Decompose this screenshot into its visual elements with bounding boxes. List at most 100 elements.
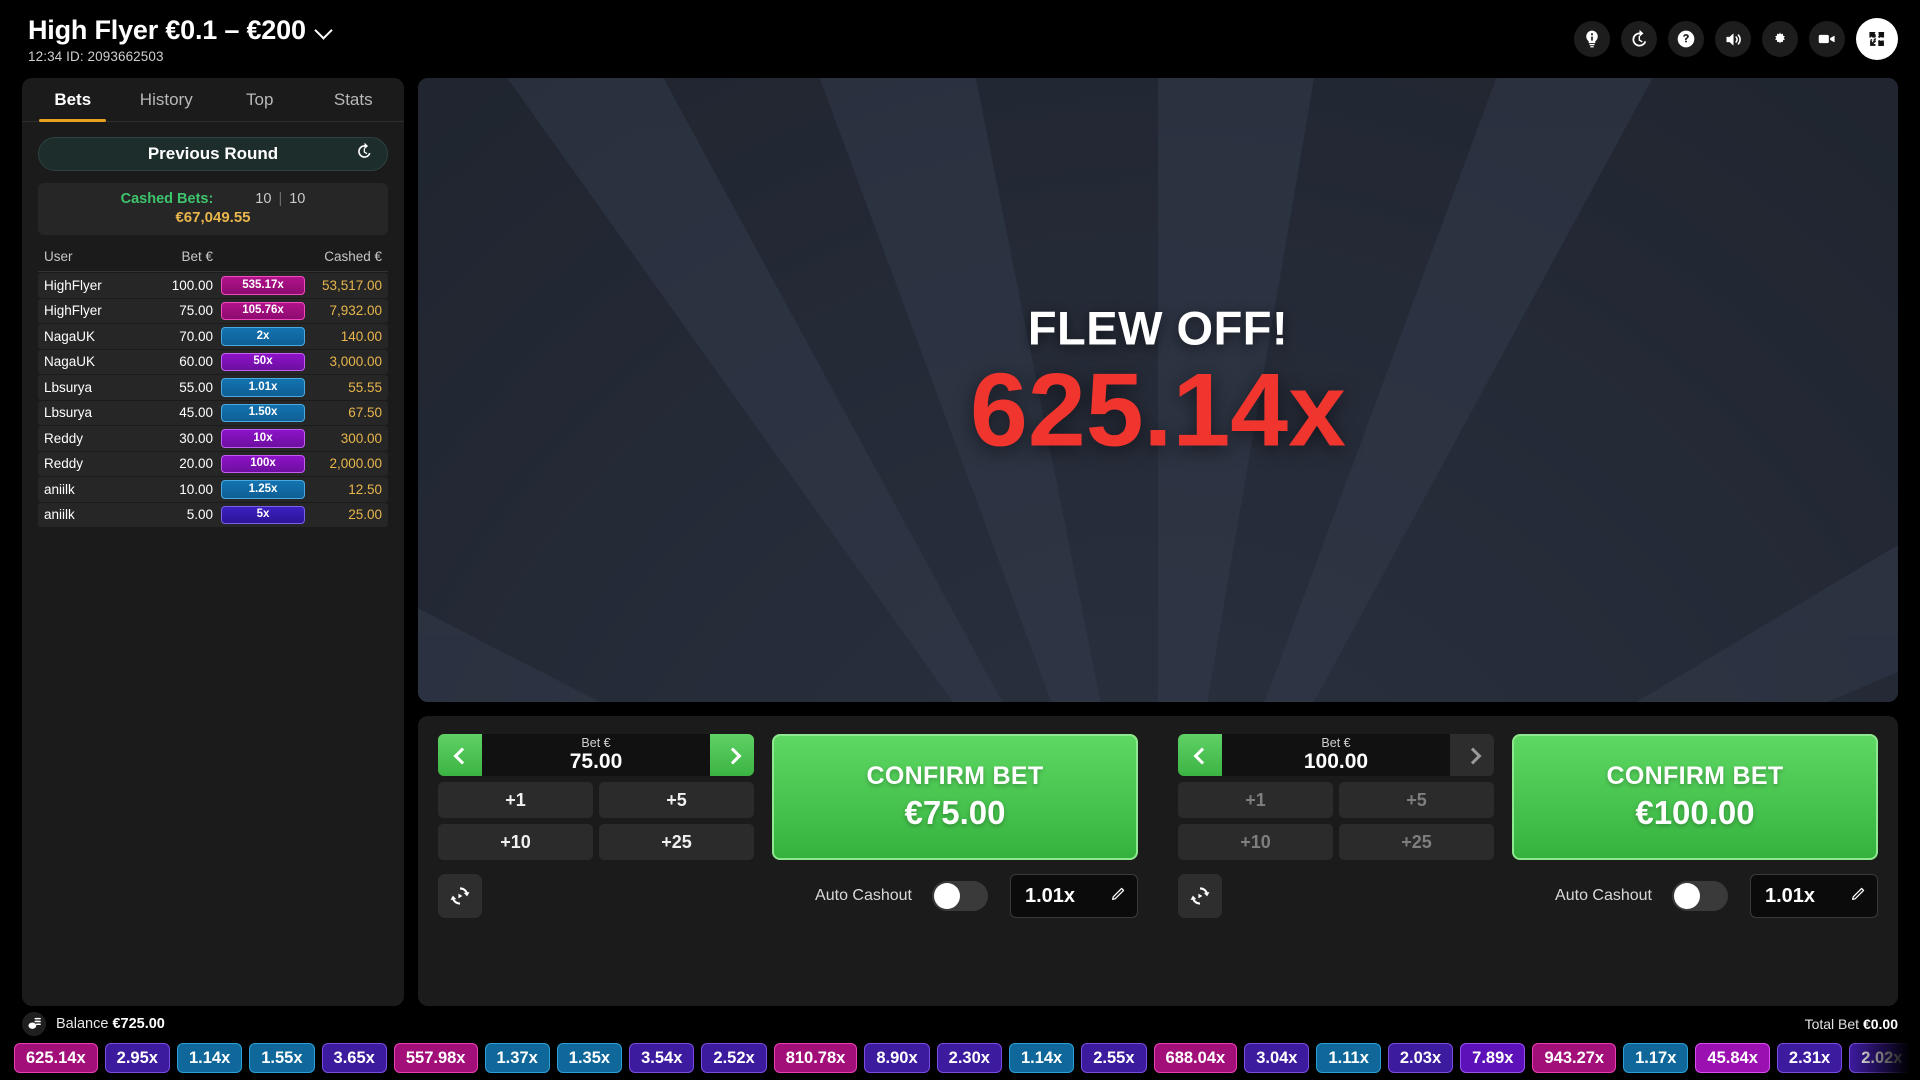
auto-cashout-value-field-left[interactable]: 1.01x [1010, 874, 1138, 918]
table-row[interactable]: Reddy 30.00 10x 300.00 [38, 426, 388, 451]
edit-pencil-icon[interactable] [1849, 885, 1867, 908]
history-chip[interactable]: 2.03x [1387, 1043, 1454, 1073]
confirm-bet-title-left: CONFIRM BET [866, 762, 1044, 790]
game-canvas[interactable]: FLEW OFF! 625.14x [418, 78, 1898, 702]
bet-decrement-button-right[interactable] [1178, 734, 1222, 776]
history-chip[interactable]: 1.37x [484, 1043, 550, 1073]
history-chip[interactable]: 1.17x [1623, 1043, 1689, 1073]
quick-add-10-left[interactable]: +10 [438, 824, 593, 860]
auto-bet-toggle-right[interactable] [1178, 874, 1222, 918]
quick-add-10-right[interactable]: +10 [1178, 824, 1333, 860]
game-app: High Flyer €0.1 – €200 12:34 ID: 2093662… [0, 0, 1920, 1080]
table-row[interactable]: HighFlyer 100.00 535.17x 53,517.00 [38, 273, 388, 298]
history-chip[interactable]: 557.98x [393, 1043, 478, 1073]
history-chip[interactable]: 810.78x [773, 1043, 858, 1073]
confirm-bet-button-left[interactable]: CONFIRM BET €75.00 [772, 734, 1138, 860]
bet-card-right: Bet € 100.00 +1 +5 +10 +25 CONFIRM BET €… [1178, 734, 1878, 988]
history-chip[interactable]: 1.35x [556, 1043, 623, 1073]
cell-user: HighFlyer [44, 303, 102, 319]
auto-bet-toggle-left[interactable] [438, 874, 482, 918]
history-chip[interactable]: 2.31x [1776, 1043, 1843, 1073]
table-row[interactable]: Lbsurya 55.00 1.01x 55.55 [38, 375, 388, 400]
history-chip[interactable]: 45.84x [1695, 1043, 1770, 1073]
tab-top[interactable]: Top [213, 78, 307, 121]
table-row[interactable]: aniilk 5.00 5x 25.00 [38, 502, 388, 527]
auto-cashout-switch-right[interactable] [1672, 881, 1728, 911]
auto-cashout-label-left: Auto Cashout [815, 887, 912, 904]
history-chip[interactable]: 943.27x [1532, 1043, 1617, 1073]
history-chip[interactable]: 2.02x [1849, 1043, 1915, 1073]
history-icon[interactable] [1621, 21, 1657, 57]
auto-cashout-knob-left [934, 883, 960, 909]
history-chip[interactable]: 1.14x [176, 1043, 243, 1073]
info-icon[interactable] [1574, 21, 1610, 57]
previous-round-button[interactable]: Previous Round [38, 137, 388, 171]
sidebar-tabs: Bets History Top Stats [22, 78, 404, 122]
history-chip[interactable]: 3.04x [1244, 1043, 1310, 1073]
tab-bets[interactable]: Bets [26, 78, 120, 122]
cell-user: NagaUK [44, 328, 96, 344]
auto-cashout-switch-left[interactable] [932, 881, 988, 911]
cell-cashed: 12.50 [348, 481, 382, 497]
multiplier-badge: 50x [221, 352, 305, 372]
chevron-down-icon[interactable] [316, 22, 333, 39]
history-chip[interactable]: 1.55x [249, 1043, 315, 1073]
history-chip[interactable]: 7.89x [1460, 1043, 1526, 1073]
cell-multiplier: 1.01x [221, 378, 305, 397]
bets-table-header: User Bet € Cashed € [38, 249, 388, 272]
edit-pencil-icon[interactable] [1109, 885, 1127, 908]
confirm-bet-button-right[interactable]: CONFIRM BET €100.00 [1512, 734, 1878, 860]
volume-icon[interactable] [1715, 21, 1751, 57]
collapse-icon[interactable] [1856, 18, 1898, 60]
table-row[interactable]: NagaUK 70.00 2x 140.00 [38, 324, 388, 349]
bet-currency-label-left: Bet € [581, 735, 611, 750]
quick-add-25-left[interactable]: +25 [599, 824, 754, 860]
history-chip[interactable]: 2.95x [104, 1043, 170, 1073]
cell-bet: 100.00 [171, 277, 213, 293]
history-chip[interactable]: 3.65x [321, 1043, 387, 1073]
bet-increment-button-right[interactable] [1450, 734, 1494, 776]
table-row[interactable]: Reddy 20.00 100x 2,000.00 [38, 451, 388, 476]
multiplier-badge: 10x [221, 429, 305, 448]
bet-amount-display-left[interactable]: Bet € 75.00 [482, 734, 710, 776]
cell-user: aniilk [44, 507, 75, 523]
table-row[interactable]: HighFlyer 75.00 105.76x 7,932.00 [38, 298, 388, 323]
main-column: FLEW OFF! 625.14x Bet € 75.00 +1 +5 +10 … [418, 78, 1898, 1006]
video-icon[interactable] [1809, 21, 1845, 57]
quick-add-5-left[interactable]: +5 [599, 782, 754, 818]
table-row[interactable]: NagaUK 60.00 50x 3,000.00 [38, 349, 388, 374]
quick-add-25-right[interactable]: +25 [1339, 824, 1494, 860]
column-header-cashed: Cashed € [324, 249, 382, 264]
history-chip[interactable]: 1.11x [1316, 1043, 1381, 1073]
bet-amount-display-right[interactable]: Bet € 100.00 [1222, 734, 1450, 776]
quick-add-grid-right: +1 +5 +10 +25 [1178, 782, 1494, 860]
table-row[interactable]: aniilk 10.00 1.25x 12.50 [38, 477, 388, 502]
cell-bet: 10.00 [179, 481, 213, 497]
bet-increment-button-left[interactable] [710, 734, 754, 776]
settings-icon[interactable] [1762, 21, 1798, 57]
balance-row: Balance €725.00 Total Bet €0.00 [0, 1011, 1920, 1042]
column-header-bet: Bet € [181, 249, 213, 264]
history-chip[interactable]: 2.52x [701, 1043, 767, 1073]
history-chip[interactable]: 2.55x [1081, 1043, 1147, 1073]
help-icon[interactable] [1668, 21, 1704, 57]
history-chip[interactable]: 3.54x [629, 1043, 695, 1073]
multiplier-history-strip[interactable]: 625.14x 2.95x 1.14x 1.55x 3.65x 557.98x 1.37x 1… [0, 1042, 1920, 1080]
history-chip[interactable]: 8.90x [864, 1043, 930, 1073]
tab-history[interactable]: History [120, 78, 214, 121]
tab-stats[interactable]: Stats [307, 78, 401, 121]
history-chip[interactable]: 625.14x [14, 1043, 98, 1073]
cell-bet: 75.00 [179, 303, 213, 319]
auto-cashout-value-field-right[interactable]: 1.01x [1750, 874, 1878, 918]
chevron-right-icon [726, 749, 739, 762]
total-bet-text: Total Bet €0.00 [1805, 1016, 1898, 1032]
history-chip[interactable]: 1.14x [1008, 1043, 1075, 1073]
chevron-left-icon [454, 749, 467, 762]
history-chip[interactable]: 2.30x [936, 1043, 1002, 1073]
bet-decrement-button-left[interactable] [438, 734, 482, 776]
quick-add-5-right[interactable]: +5 [1339, 782, 1494, 818]
history-chip[interactable]: 688.04x [1153, 1043, 1238, 1073]
quick-add-1-left[interactable]: +1 [438, 782, 593, 818]
quick-add-1-right[interactable]: +1 [1178, 782, 1333, 818]
table-row[interactable]: Lbsurya 45.00 1.50x 67.50 [38, 400, 388, 425]
